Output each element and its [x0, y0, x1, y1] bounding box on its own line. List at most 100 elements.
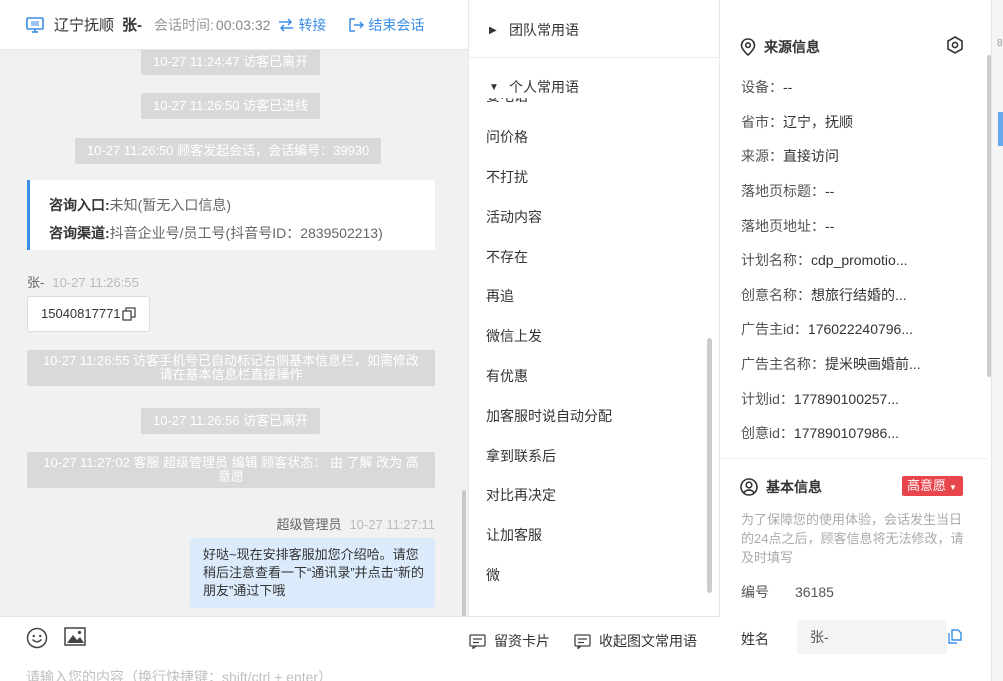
channel-value: 抖音企业号/员工号(抖音号ID：2839502213)	[109, 225, 383, 241]
exit-icon	[349, 17, 365, 32]
copy-icon[interactable]	[948, 629, 962, 644]
user-icon	[740, 478, 758, 496]
window-edge: 8	[991, 0, 1003, 681]
personal-phrases-label: 个人常用语	[509, 79, 579, 95]
system-message: 10-27 11:26:50 顾客发起会话，会话编号：39930	[75, 138, 382, 164]
intent-value: 高意愿	[907, 478, 947, 493]
field-number: 编号 36185	[741, 584, 834, 600]
chat-panel: 辽宁抚顺 张- 会话时间: 00:03:32 转接 结束会话 10-27 11:…	[0, 0, 468, 681]
system-message: 10-27 11:27:02 客服 超级管理员 编辑 顾客状态： 由 了解 改为…	[27, 452, 435, 488]
phrase-item[interactable]: 不存在	[486, 247, 528, 267]
field-advertiser-name: 广告主名称：提米映画婚前...	[741, 356, 921, 372]
field-landing-title: 落地页标题：--	[741, 183, 835, 199]
lead-card-label: 留资卡片	[494, 633, 550, 649]
basic-info-title: 基本信息	[766, 479, 822, 495]
lead-card-button[interactable]: 留资卡片	[469, 631, 550, 651]
caret-down-icon: ▼	[949, 483, 957, 492]
transfer-label: 转接	[298, 16, 327, 33]
system-message: 10-27 11:26:50 访客已进线	[141, 93, 321, 119]
sender-name: 超级管理员	[276, 517, 342, 532]
chat-scrollbar[interactable]	[462, 490, 466, 616]
entry-label: 咨询入口:	[49, 197, 110, 213]
card-icon	[469, 633, 486, 649]
end-session-label: 结束会话	[368, 16, 425, 33]
phrase-item[interactable]: 对比再决定	[486, 485, 556, 505]
system-message: 10-27 11:24:47 访客已离开	[141, 50, 321, 75]
phrase-item[interactable]: 有优惠	[486, 366, 528, 386]
phrase-item[interactable]: 活动内容	[486, 207, 542, 227]
caret-down-icon: ▼	[489, 81, 499, 93]
system-message: 10-27 11:26:55 访客手机号已自动标记右侧基本信息栏，如需修改请在基…	[27, 350, 435, 386]
settings-icon[interactable]	[946, 36, 964, 54]
end-session-button[interactable]: 结束会话	[348, 15, 424, 35]
message-time: 10-27 11:27:11	[349, 517, 435, 532]
image-icon[interactable]	[64, 627, 86, 647]
consult-info-card: 咨询入口:未知(暂无入口信息) 咨询渠道:抖音企业号/员工号(抖音号ID：283…	[27, 180, 435, 250]
copy-icon[interactable]	[122, 307, 136, 321]
field-plan-name: 计划名称：cdp_promotio...	[741, 252, 908, 268]
phrase-item[interactable]: 让加客服	[486, 525, 542, 545]
emoji-icon[interactable]	[26, 627, 48, 649]
agent-message-header: 超级管理员 10-27 11:27:11	[276, 514, 435, 533]
name-field[interactable]: 张-	[797, 620, 947, 654]
name-label: 姓名	[741, 631, 769, 647]
visitor-name: 张-	[122, 17, 143, 34]
phrase-item[interactable]: 拿到联系后	[486, 446, 556, 466]
caret-right-icon: ▶	[489, 24, 497, 36]
phrase-item[interactable]: 微信上发	[486, 326, 542, 346]
intent-dropdown[interactable]: 高意愿 ▼	[902, 476, 963, 496]
customer-info-panel: 来源信息 设备：-- 省市：辽宁，抚顺 来源：直接访问 落地页标题：-- 落地页…	[720, 0, 1003, 681]
field-device: 设备：--	[741, 79, 793, 95]
edge-highlight	[998, 112, 1003, 146]
phrase-item[interactable]: 要电话	[486, 98, 528, 106]
visitor-message-header: 张- 10-27 11:26:55	[27, 272, 139, 291]
phrase-list: 要电话 问价格 不打扰 活动内容 不存在 再追 微信上发 有优惠 加客服时说自动…	[469, 98, 719, 608]
edit-deadline-note: 为了保障您的使用体验，会话发生当日的24点之后，顾客信息将无法修改，请及时填写	[741, 512, 964, 565]
source-info-title: 来源信息	[764, 39, 820, 55]
field-advertiser-id: 广告主id：176022240796...	[741, 321, 914, 337]
transfer-button[interactable]: 转接	[278, 15, 326, 35]
edge-digit: 8	[997, 38, 1003, 49]
phrase-item[interactable]: 问价格	[486, 127, 528, 147]
message-time: 10-27 11:26:55	[52, 275, 139, 290]
personal-phrases-group[interactable]: ▼ 个人常用语	[489, 77, 579, 97]
entry-value: 未知(暂无入口信息)	[109, 197, 231, 213]
divider	[469, 57, 719, 58]
system-message: 10-27 11:26:56 访客已离开	[141, 408, 321, 434]
collapse-phrases-label: 收起图文常用语	[599, 633, 697, 649]
visitor-region: 辽宁抚顺	[54, 17, 115, 34]
location-pin-icon	[740, 38, 756, 56]
collapse-phrases-button[interactable]: 收起图文常用语	[574, 631, 697, 651]
phrase-item[interactable]: 不打扰	[486, 167, 528, 187]
field-creative-id: 创意id：177890107986...	[741, 425, 900, 441]
divider	[720, 458, 987, 459]
team-phrases-label: 团队常用语	[509, 22, 579, 38]
phrases-panel: ▶ 团队常用语 ▼ 个人常用语 要电话 问价格 不打扰 活动内容 不存在 再追 …	[468, 0, 720, 616]
source-info-header: 来源信息	[740, 37, 820, 57]
message-input[interactable]: 请输入您的内容（换行快捷键：shift/ctrl + enter）	[26, 667, 332, 681]
agent-message-bubble: 好哒~现在安排客服加您介绍哈。请您稍后注意查看一下“通讯录”并点击“新的朋友”通…	[190, 538, 435, 608]
message-icon	[574, 633, 591, 649]
field-source: 来源：直接访问	[741, 148, 839, 164]
team-phrases-group[interactable]: ▶ 团队常用语	[489, 20, 579, 40]
field-province-city: 省市：辽宁，抚顺	[741, 114, 853, 130]
phone-number: 15040817771	[41, 306, 121, 321]
chat-messages[interactable]: 10-27 11:24:47 访客已离开 10-27 11:26:50 访客已进…	[0, 50, 468, 616]
phrase-item[interactable]: 加客服时说自动分配	[486, 406, 612, 426]
chat-header: 辽宁抚顺 张- 会话时间: 00:03:32 转接 结束会话	[0, 0, 468, 50]
phrases-scrollbar[interactable]	[707, 338, 712, 593]
message-input-area: 请输入您的内容（换行快捷键：shift/ctrl + enter） 留资卡片 收…	[0, 616, 720, 681]
visitor-message-bubble: 15040817771	[27, 296, 150, 332]
field-creative-name: 创意名称：想旅行结婚的...	[741, 287, 907, 303]
phrase-item[interactable]: 微	[486, 565, 500, 585]
basic-info-header: 基本信息	[740, 477, 822, 497]
transfer-icon	[279, 17, 294, 32]
sender-name: 张-	[27, 275, 45, 290]
channel-label: 咨询渠道:	[49, 225, 110, 241]
monitor-icon	[26, 16, 44, 33]
field-landing-url: 落地页地址：--	[741, 218, 835, 234]
session-time: 00:03:32	[215, 16, 271, 33]
field-plan-id: 计划id：177890100257...	[741, 391, 900, 407]
phrase-item[interactable]: 再追	[486, 286, 514, 306]
session-time-label: 会话时间:	[154, 16, 214, 33]
